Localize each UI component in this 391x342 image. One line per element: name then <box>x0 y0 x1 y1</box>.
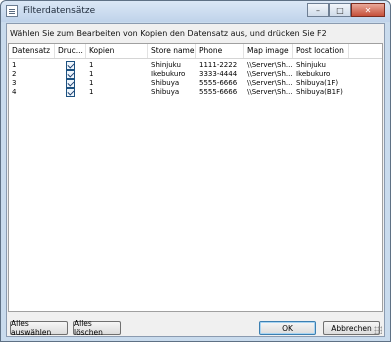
table-header: Datensatz Druc... Kopien Store name Phon… <box>9 44 382 59</box>
window-title: Filterdatensätze <box>23 6 96 16</box>
cell-phone: 3333-4444 <box>199 70 238 78</box>
app-icon <box>6 5 18 17</box>
records-table[interactable]: Datensatz Druc... Kopien Store name Phon… <box>8 43 383 312</box>
cell-phone: 5555-6666 <box>199 88 238 96</box>
cell-store-name: Ikebukuro <box>151 70 186 78</box>
column-header-phone[interactable]: Phone <box>196 44 244 58</box>
select-all-button[interactable]: Alles auswählen <box>10 319 68 337</box>
print-checkbox[interactable] <box>66 61 75 70</box>
cell-phone: 5555-6666 <box>199 79 238 87</box>
cell-kopien[interactable]: 1 <box>86 61 148 70</box>
print-checkbox[interactable] <box>66 79 75 88</box>
maximize-button[interactable]: □ <box>329 3 351 17</box>
ok-button[interactable]: OK <box>259 321 316 335</box>
cell-kopien[interactable]: 1 <box>86 79 148 88</box>
cell-datensatz: 3 <box>12 79 17 87</box>
filter-records-window: Filterdatensätze – □ ✕ Wählen Sie zum Be… <box>0 0 391 342</box>
cell-map-image: \\Server\Sh... <box>247 61 293 69</box>
delete-all-button[interactable]: Alles löschen <box>73 319 121 337</box>
cell-store-name: Shibuya <box>151 79 180 87</box>
print-checkbox[interactable] <box>66 88 75 97</box>
cell-kopien[interactable]: 1 <box>86 88 148 97</box>
maximize-icon: □ <box>336 5 344 15</box>
cell-post-location: Shibuya(1F) <box>296 79 339 87</box>
column-header-kopien[interactable]: Kopien <box>86 44 148 58</box>
cell-kopien[interactable]: 1 <box>86 70 148 79</box>
cell-post-location: Shinjuku <box>296 61 326 69</box>
table-row[interactable]: 4 1 Shibuya 5555-6666 \\Server\Sh... Shi… <box>9 88 382 97</box>
table-row[interactable]: 2 1 Ikebukuro 3333-4444 \\Server\Sh... I… <box>9 70 382 79</box>
close-icon: ✕ <box>364 5 372 15</box>
cell-post-location: Ikebukuro <box>296 70 331 78</box>
cell-datensatz: 4 <box>12 88 17 96</box>
title-bar[interactable]: Filterdatensätze – □ ✕ <box>1 1 390 22</box>
cell-post-location: Shibuya(B1F) <box>296 88 343 96</box>
cell-map-image: \\Server\Sh... <box>247 88 293 96</box>
cell-datensatz: 2 <box>12 70 17 78</box>
column-header-druck[interactable]: Druc... <box>55 44 86 58</box>
caption-buttons: – □ ✕ <box>307 3 385 17</box>
minimize-button[interactable]: – <box>307 3 329 17</box>
dialog-body: Wählen Sie zum Bearbeiten von Kopien den… <box>6 23 385 337</box>
column-header-store-name[interactable]: Store name <box>148 44 196 58</box>
table-row[interactable]: 3 1 Shibuya 5555-6666 \\Server\Sh... Shi… <box>9 79 382 88</box>
cancel-button[interactable]: Abbrechen <box>323 321 380 335</box>
resize-grip-icon[interactable] <box>374 326 382 334</box>
close-button[interactable]: ✕ <box>351 3 385 17</box>
cell-store-name: Shibuya <box>151 88 180 96</box>
cell-map-image: \\Server\Sh... <box>247 79 293 87</box>
column-header-post-location[interactable]: Post location <box>293 44 349 58</box>
table-row[interactable]: 1 1 Shinjuku 1111-2222 \\Server\Sh... Sh… <box>9 61 382 70</box>
minimize-icon: – <box>316 5 320 15</box>
instruction-text: Wählen Sie zum Bearbeiten von Kopien den… <box>10 29 327 38</box>
cell-map-image: \\Server\Sh... <box>247 70 293 78</box>
column-header-datensatz[interactable]: Datensatz <box>9 44 55 58</box>
cell-datensatz: 1 <box>12 61 17 69</box>
print-checkbox[interactable] <box>66 70 75 79</box>
cell-store-name: Shinjuku <box>151 61 181 69</box>
cell-phone: 1111-2222 <box>199 61 238 69</box>
column-header-map-image[interactable]: Map image <box>244 44 293 58</box>
